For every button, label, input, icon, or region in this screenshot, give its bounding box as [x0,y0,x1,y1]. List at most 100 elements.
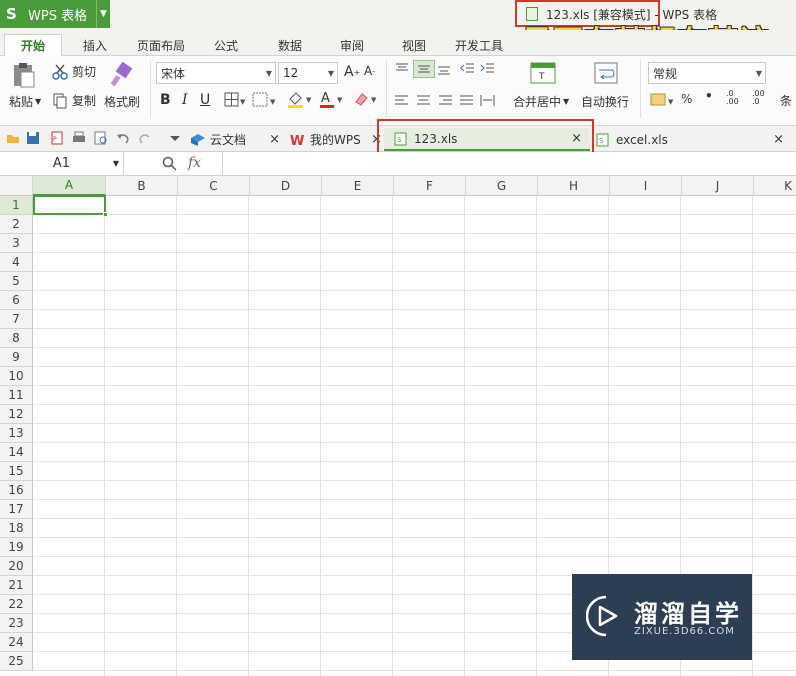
doc-tab-cloud[interactable]: 云文档 × [190,128,286,151]
row-header[interactable]: 2 [0,215,33,234]
fill-handle[interactable] [103,212,108,217]
increase-font-icon[interactable]: A + [344,64,360,80]
paste-label[interactable]: 粘贴 ▼ [9,93,41,110]
merge-center-icon[interactable]: T [530,62,556,84]
column-header[interactable]: B [106,176,178,196]
align-right-icon[interactable] [438,94,454,108]
select-all-corner[interactable] [0,176,33,196]
undo-icon[interactable] [116,131,130,145]
font-color-icon[interactable]: A ▼ [318,90,346,108]
wrap-text-icon[interactable] [594,62,618,84]
cut-button[interactable]: 剪切 [52,63,96,80]
redo-icon[interactable] [138,131,152,145]
align-top-icon[interactable] [394,62,410,76]
distributed-icon[interactable] [480,94,496,108]
close-icon[interactable]: × [269,132,280,147]
row-header[interactable]: 11 [0,386,33,405]
comma-style-button[interactable]: • [705,89,713,103]
paste-button[interactable] [10,62,42,88]
tab-view[interactable]: 视图 [392,34,436,56]
row-header[interactable]: 12 [0,405,33,424]
export-pdf-icon[interactable]: P [50,131,64,145]
tab-data[interactable]: 数据 [268,34,312,56]
merge-center-button[interactable]: 合并居中 ▼ [513,93,569,110]
row-header[interactable]: 13 [0,424,33,443]
align-middle-icon[interactable] [413,60,435,78]
row-header[interactable]: 1 [0,196,33,215]
cell-pattern-icon[interactable]: ▼ [252,92,278,108]
row-header[interactable]: 7 [0,310,33,329]
percent-button[interactable]: % [681,92,692,106]
decrease-indent-icon[interactable] [460,62,476,76]
row-header[interactable]: 15 [0,462,33,481]
row-header[interactable]: 25 [0,652,33,671]
column-header[interactable]: K [754,176,796,196]
row-header[interactable]: 4 [0,253,33,272]
row-header[interactable]: 9 [0,348,33,367]
column-header[interactable]: D [250,176,322,196]
row-header[interactable]: 18 [0,519,33,538]
format-painter-icon[interactable] [108,62,134,88]
tab-insert[interactable]: 插入 [70,34,120,56]
row-header[interactable]: 21 [0,576,33,595]
tab-home[interactable]: 开始 [4,34,62,56]
decrease-decimal-button[interactable]: .00 .0 [752,90,765,106]
column-header[interactable]: I [610,176,682,196]
row-header[interactable]: 17 [0,500,33,519]
conditional-format-button[interactable]: 条 [780,92,792,109]
tab-formulas[interactable]: 公式 [204,34,248,56]
print-icon[interactable] [72,131,86,145]
row-header[interactable]: 6 [0,291,33,310]
name-box[interactable]: A1 ▼ [0,152,124,175]
insert-function-button[interactable]: fx [188,155,201,171]
row-header[interactable]: 24 [0,633,33,652]
tab-review[interactable]: 审阅 [330,34,374,56]
row-header[interactable]: 5 [0,272,33,291]
print-preview-icon[interactable] [94,131,108,145]
wrap-text-button[interactable]: 自动换行 [581,93,629,110]
font-size-select[interactable]: 12 ▼ [278,62,338,84]
save-icon[interactable] [26,131,40,145]
justify-icon[interactable] [459,94,475,108]
currency-icon[interactable]: ▼ [650,92,676,108]
column-header[interactable]: A [33,176,106,196]
row-header[interactable]: 20 [0,557,33,576]
number-format-select[interactable]: 常规 ▼ [648,62,766,84]
row-header[interactable]: 22 [0,595,33,614]
open-folder-icon[interactable] [6,131,20,145]
doc-tab-excel-xls[interactable]: S excel.xls × [592,128,788,151]
zoom-search-icon[interactable] [162,156,178,172]
wps-app-menu-button[interactable]: S WPS 表格 ▼ [0,0,110,28]
chevron-down-icon[interactable] [168,131,182,145]
tab-page-layout[interactable]: 页面布局 [130,34,192,56]
row-header[interactable]: 19 [0,538,33,557]
decrease-font-icon[interactable]: A- [364,64,375,78]
fill-color-icon[interactable]: ▼ [286,90,314,108]
row-header[interactable]: 3 [0,234,33,253]
underline-icon[interactable]: U [200,92,210,108]
doc-tab-my-wps[interactable]: W 我的WPS × [290,128,382,151]
active-cell-a1[interactable] [33,195,108,217]
row-header[interactable]: 16 [0,481,33,500]
row-header[interactable]: 8 [0,329,33,348]
row-header[interactable]: 14 [0,443,33,462]
increase-decimal-button[interactable]: .0 .00 [726,90,739,106]
increase-indent-icon[interactable] [480,62,496,76]
column-header[interactable]: J [682,176,754,196]
format-painter-button[interactable]: 格式刷 [104,93,140,110]
row-header[interactable]: 10 [0,367,33,386]
copy-button[interactable]: 复制 [52,92,96,109]
align-bottom-icon[interactable] [436,62,452,76]
column-header[interactable]: H [538,176,610,196]
formula-input[interactable] [222,152,796,175]
close-icon[interactable]: × [773,132,784,147]
font-name-select[interactable]: 宋体 ▼ [156,62,276,84]
bold-icon[interactable]: B [160,92,171,108]
clear-format-icon[interactable]: ▼ [352,90,380,108]
column-header[interactable]: F [394,176,466,196]
column-header[interactable]: G [466,176,538,196]
row-header[interactable]: 23 [0,614,33,633]
column-header[interactable]: E [322,176,394,196]
column-header[interactable]: C [178,176,250,196]
chevron-down-icon[interactable]: ▼ [96,0,110,28]
